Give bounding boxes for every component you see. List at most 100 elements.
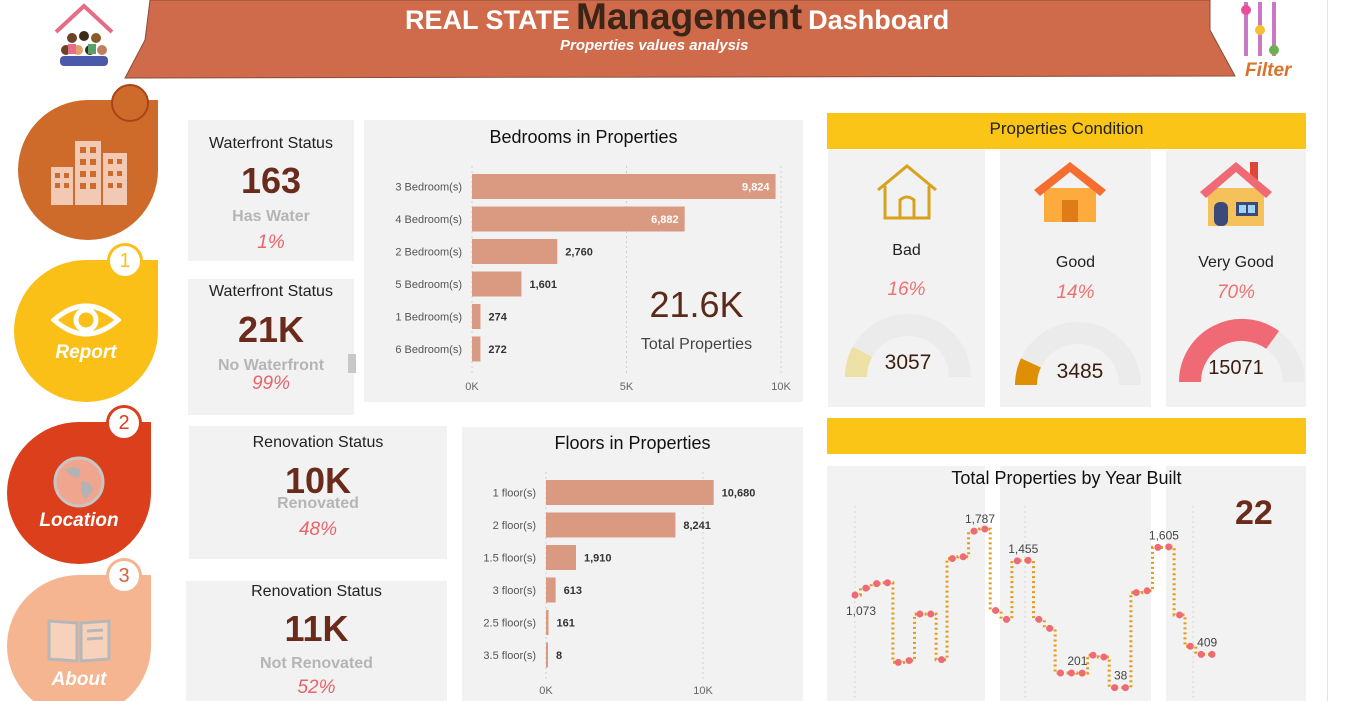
condition-label: Good: [1055, 254, 1096, 271]
filter-label: Filter: [1245, 60, 1292, 81]
y-tick-label: 3 Bedroom(s): [395, 182, 462, 194]
bar: [546, 642, 548, 668]
eye-icon: [51, 303, 121, 337]
header-subtitle: Properties values analysis: [560, 37, 749, 54]
nav-about-badge: 3: [106, 558, 142, 594]
gauge-fill: [844, 346, 873, 378]
filter-button[interactable]: Filter: [1236, 0, 1306, 82]
bar: [472, 304, 481, 329]
y-tick-label: 3.5 floor(s): [483, 650, 536, 662]
data-label: 9,824: [742, 182, 770, 194]
y-tick-label: 5 Bedroom(s): [395, 279, 462, 291]
condition-card-very-good: Very Good 70% 15071: [1166, 150, 1306, 407]
data-label: 6,882: [651, 214, 679, 226]
kpi-pct: 1%: [257, 232, 285, 253]
gauge-fill: [1014, 358, 1042, 386]
condition-pct: 70%: [1216, 282, 1256, 303]
data-label: 1,455: [1008, 542, 1038, 556]
data-point: [873, 580, 881, 588]
data-label: 2,760: [565, 247, 593, 259]
nav-home-badge: [111, 84, 149, 122]
kpi-title: Waterfront Status: [209, 283, 333, 300]
x-tick-label: 10K: [693, 685, 713, 697]
house-outline-icon: [877, 164, 937, 220]
kpi-pct: 99%: [251, 373, 291, 394]
bar: [546, 512, 676, 538]
data-point: [894, 658, 902, 666]
data-point: [1013, 557, 1021, 565]
nav-report[interactable]: Report: [14, 260, 158, 402]
data-point: [1035, 615, 1043, 623]
bedrooms-chart-card: Bedrooms in Properties 0K 5K 10K 3 Bedroom(…: [364, 120, 803, 402]
condition-label: Bad: [892, 242, 921, 259]
data-point: [938, 656, 946, 664]
x-tick-label: 0K: [539, 685, 553, 697]
data-label: 1,910: [584, 553, 612, 565]
nav-about-label: About: [51, 669, 107, 690]
data-point: [1186, 642, 1194, 650]
house-colored-icon: [1200, 162, 1272, 226]
kpi-value: 163: [240, 160, 302, 201]
condition-count: 15071: [1208, 357, 1264, 379]
y-tick-label: 6 Bedroom(s): [395, 344, 462, 356]
kpi-title: Waterfront Status: [209, 135, 333, 152]
bar: [546, 577, 556, 603]
data-point: [992, 606, 1000, 614]
data-label: 8: [556, 650, 562, 662]
scrollbar-thumb[interactable]: [348, 354, 356, 373]
data-point: [981, 525, 989, 533]
data-point: [1002, 615, 1010, 623]
data-point: [1024, 556, 1032, 564]
kpi-label: Renovated: [277, 495, 359, 512]
building-icon: [51, 141, 127, 205]
condition-header-label: Properties Condition: [989, 119, 1144, 138]
y-tick-label: 2 Bedroom(s): [395, 247, 462, 259]
data-point: [1046, 624, 1054, 632]
data-label: 38: [1114, 669, 1128, 683]
data-point: [862, 584, 870, 592]
y-tick-label: 3 floor(s): [493, 585, 536, 597]
book-icon: [47, 619, 111, 663]
data-point: [1154, 543, 1162, 551]
data-point: [959, 553, 967, 561]
data-label: 1,073: [846, 604, 876, 618]
y-tick-label: 1 Bedroom(s): [395, 312, 462, 324]
condition-count: 3057: [884, 351, 932, 374]
data-point: [1078, 669, 1086, 677]
data-label: 201: [1067, 654, 1087, 668]
bar: [472, 239, 558, 264]
condition-pct: 16%: [887, 279, 926, 300]
total-properties-label: Total Properties: [640, 336, 753, 353]
kpi-pct: 52%: [297, 677, 336, 698]
condition-card-good: Good 14% 3485: [1000, 150, 1151, 407]
kpi-not-renovated: Renovation Status 11K Not Renovated 52%: [186, 581, 447, 701]
data-point: [1067, 669, 1075, 677]
data-point: [1176, 611, 1184, 619]
data-point: [1132, 589, 1140, 597]
x-tick-label: 5K: [620, 381, 634, 393]
year-built-line-chart: 1,073 1,787 1,455 201 38 1,605 409: [846, 506, 1218, 701]
bedrooms-bar-chart: 0K 5K 10K 3 Bedroom(s) 9,824 4 Bedroom(s) 6,88…: [395, 166, 791, 393]
section-divider-bar: [827, 418, 1306, 454]
nav-report-label: Report: [55, 342, 117, 363]
bar: [546, 545, 576, 570]
y-tick-label: 1.5 floor(s): [483, 553, 536, 565]
data-label: 1,605: [1149, 528, 1179, 542]
kpi-label: Has Water: [232, 208, 310, 225]
kpi-waterfront-no: Waterfront Status 21K No Waterfront 99%: [188, 279, 356, 415]
kpi-label: Not Renovated: [260, 655, 373, 672]
kpi-renovated: Renovation Status 10K Renovated 48%: [189, 426, 447, 559]
data-point: [851, 591, 859, 599]
floors-chart-card: Floors in Properties 0K 10K 1 floor(s) 10,6…: [462, 427, 803, 701]
header-title: REAL STATE Management Dashboard: [405, 0, 949, 37]
nav-home[interactable]: [18, 100, 158, 240]
condition-count: 3485: [1056, 360, 1104, 383]
title-prefix: REAL STATE: [405, 5, 571, 35]
kpi-pct: 48%: [298, 519, 338, 540]
condition-card-bad: Bad 16% 3057: [828, 150, 985, 407]
nav-about[interactable]: About: [7, 575, 151, 701]
nav-location[interactable]: Location: [7, 422, 151, 564]
globe-icon: [53, 456, 105, 508]
year-built-chart-card: Total Properties by Year Built 22 1,073 1…: [827, 466, 1306, 701]
data-point: [927, 610, 935, 618]
